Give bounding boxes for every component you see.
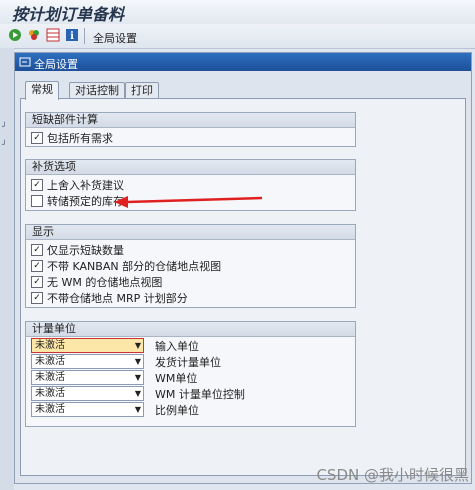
annotation-arrow <box>114 196 263 208</box>
watermark: CSDN @我小时候很黑 <box>316 466 469 484</box>
tab-general[interactable]: 常规 <box>25 81 59 100</box>
